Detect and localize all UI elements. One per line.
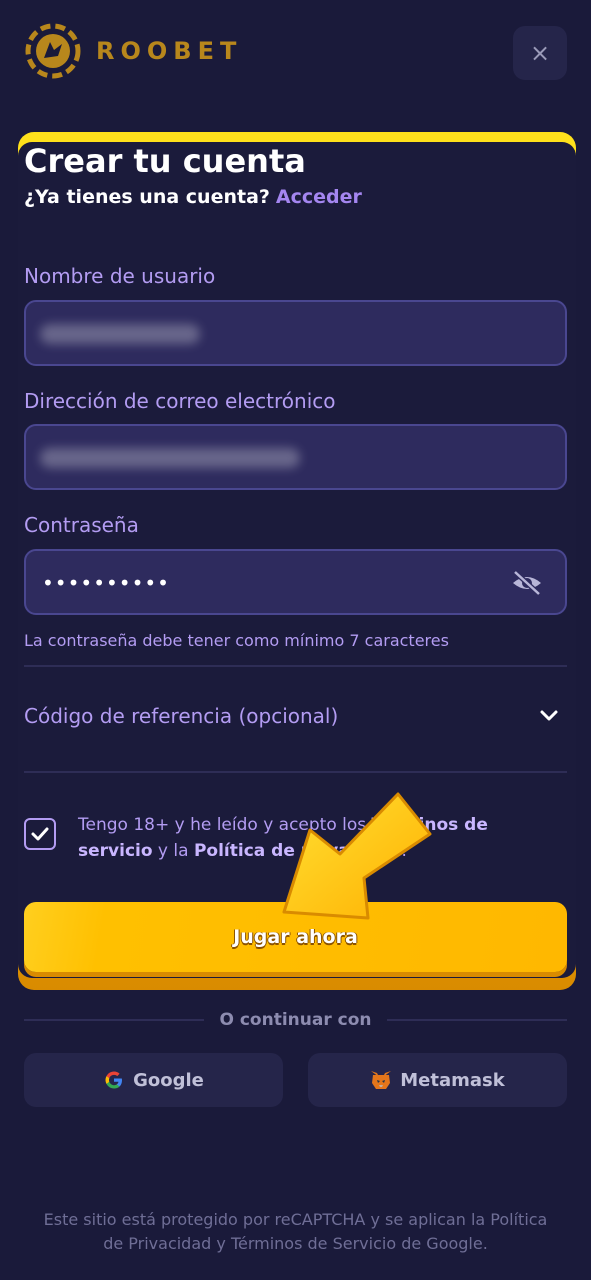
google-login-button[interactable]: Google	[24, 1053, 283, 1107]
password-hint: La contraseña debe tener como mínimo 7 c…	[24, 631, 449, 650]
header: ROOBET ×	[24, 22, 567, 82]
password-input[interactable]: ••••••••••	[24, 549, 567, 615]
metamask-label: Metamask	[400, 1069, 505, 1091]
have-account-text: ¿Ya tienes una cuenta?	[24, 186, 270, 208]
close-icon: ×	[529, 39, 551, 67]
terms-checkbox[interactable]	[24, 818, 56, 850]
recaptcha-line1: Este sitio está protegido por reCAPTCHA …	[43, 1210, 548, 1229]
metamask-login-button[interactable]: Metamask	[308, 1053, 567, 1107]
google-icon	[105, 1071, 123, 1089]
divider-bottom	[24, 771, 567, 773]
email-input[interactable]	[24, 424, 567, 490]
recaptcha-notice: Este sitio está protegido por reCAPTCHA …	[0, 1208, 591, 1256]
login-link[interactable]: Acceder	[276, 186, 362, 208]
kangaroo-logo-icon	[25, 23, 81, 79]
terms-part2: y la	[152, 841, 194, 861]
signup-page: ROOBET × Crear tu cuenta ¿Ya tienes una …	[0, 0, 591, 1280]
google-label: Google	[133, 1069, 204, 1091]
password-value: ••••••••••	[42, 571, 170, 595]
close-button[interactable]: ×	[513, 26, 567, 80]
roobet-logo: ROOBET	[24, 22, 242, 80]
eye-slash-icon[interactable]	[511, 569, 543, 597]
divider-top	[24, 665, 567, 667]
referral-code-toggle[interactable]: Código de referencia (opcional)	[24, 704, 338, 728]
check-icon	[31, 827, 49, 841]
password-label: Contraseña	[24, 513, 139, 537]
username-label: Nombre de usuario	[24, 264, 216, 288]
metamask-fox-icon	[371, 1071, 392, 1089]
recaptcha-line2: de Privacidad y Términos de Servicio de …	[103, 1234, 488, 1253]
login-prompt: ¿Ya tienes una cuenta? Acceder	[24, 186, 362, 208]
logo-wordmark: ROOBET	[96, 37, 243, 65]
pointer-arrow-icon	[282, 792, 432, 920]
blurred-username	[40, 324, 200, 344]
email-label: Dirección de correo electrónico	[24, 389, 336, 413]
page-title: Crear tu cuenta	[24, 142, 306, 180]
username-input[interactable]	[24, 300, 567, 366]
blurred-email	[40, 448, 300, 468]
or-continue-text: O continuar con	[219, 1010, 372, 1030]
chevron-down-icon[interactable]	[538, 704, 560, 726]
